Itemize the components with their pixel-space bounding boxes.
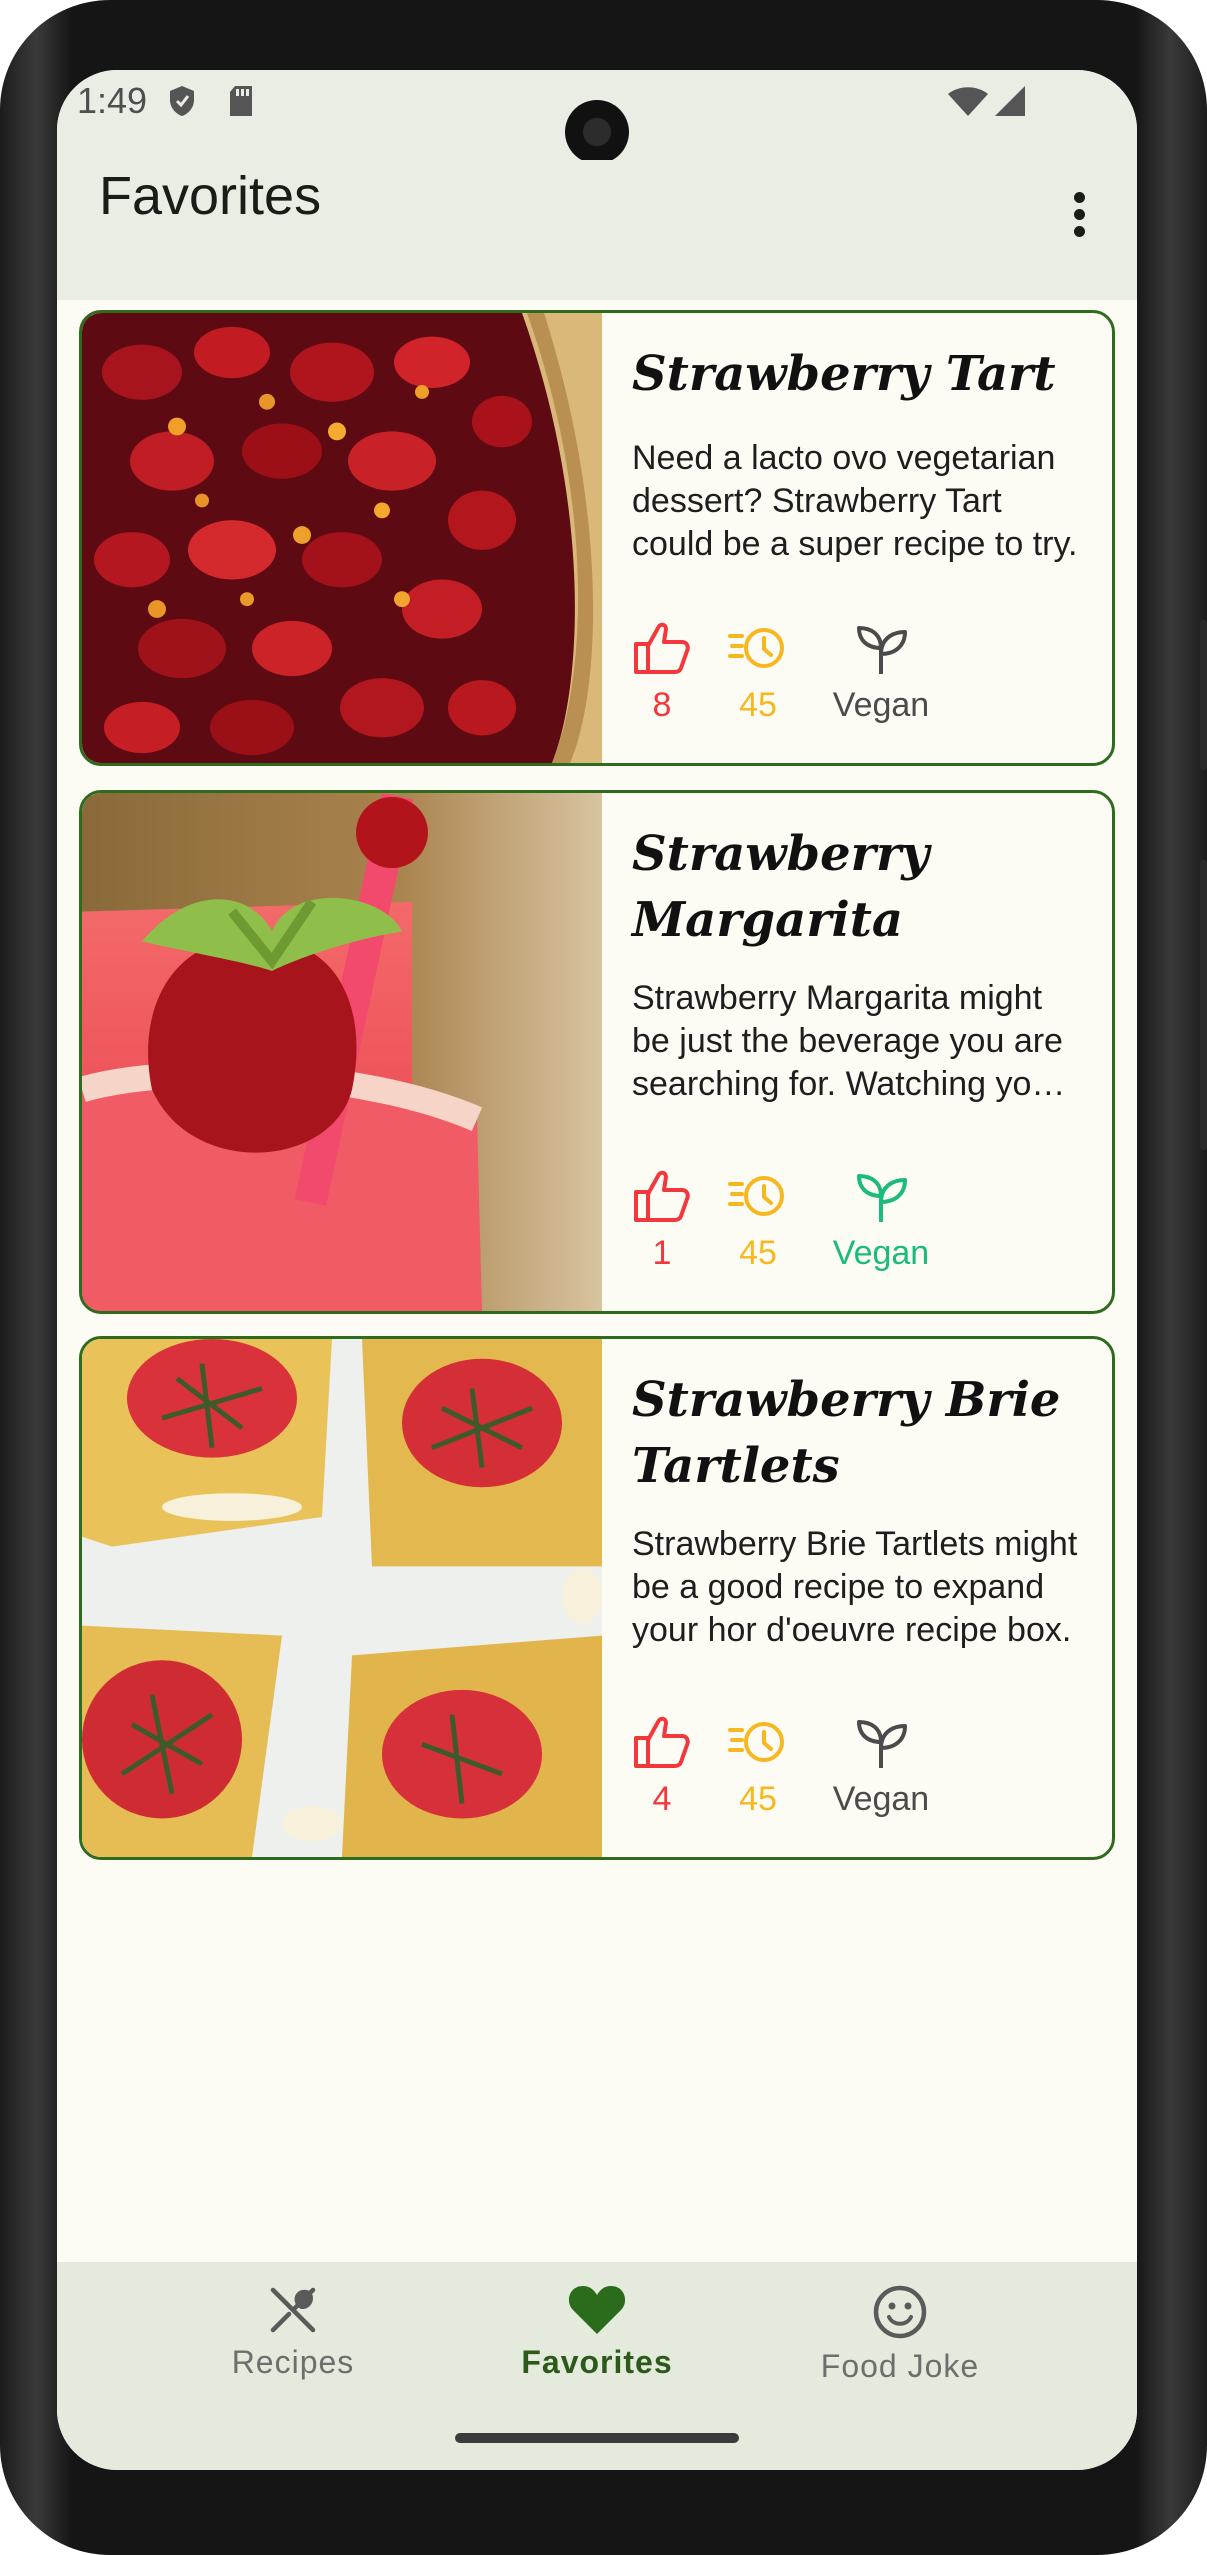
recipe-image-strawberry-brie-tartlets <box>82 1339 602 1857</box>
recipe-image-strawberry-tart <box>82 313 602 763</box>
time-stat: 45 <box>710 1714 806 1819</box>
likes-count: 1 <box>652 1234 672 1272</box>
timer-icon <box>728 628 784 668</box>
minutes-count: 45 <box>739 1234 777 1272</box>
nav-label-favorites: Favorites <box>521 2344 673 2380</box>
minutes-count: 45 <box>739 1780 777 1818</box>
leaf-sprout-icon <box>857 1720 907 1768</box>
shield-icon <box>170 86 194 116</box>
recipe-title: Strawberry Margarita <box>632 826 930 948</box>
recipe-card[interactable]: Strawberry Brie Tartlets Strawberry Brie… <box>79 1336 1115 1860</box>
screen: 1:49 Favorites Strawberry Tart Need a la… <box>57 70 1137 2470</box>
recipe-description: Strawberry Margarita might be just the b… <box>632 979 1063 1103</box>
nav-label-recipes: Recipes <box>231 2344 355 2380</box>
vegan-label: Vegan <box>832 1234 930 1272</box>
home-gesture-bar[interactable] <box>455 2433 739 2443</box>
recipe-stats: 4 45 Vegan <box>614 1714 956 1819</box>
status-time: 1:49 <box>77 80 148 121</box>
recipe-stats: 1 45 Vegan <box>614 1168 956 1273</box>
vegan-label: Vegan <box>832 1780 930 1818</box>
time-stat: 45 <box>710 620 806 725</box>
cell-signal-icon <box>995 86 1025 116</box>
recipe-card-body: Strawberry Tart Need a lacto ovo vegetar… <box>602 313 1112 763</box>
heart-icon <box>568 2286 626 2334</box>
smiley-icon <box>873 2285 927 2339</box>
phone-frame: 1:49 Favorites Strawberry Tart Need a la… <box>0 0 1207 2555</box>
vegan-stat: Vegan <box>806 620 956 725</box>
nav-item-food-joke[interactable]: Food Joke <box>790 2284 1010 2385</box>
likes-count: 8 <box>652 686 672 724</box>
recipe-description: Need a lacto ovo vegetarian dessert? Str… <box>632 439 1078 563</box>
thumbs-up-icon <box>634 622 690 674</box>
volume-button <box>1200 620 1207 770</box>
recipe-title: Strawberry Tart <box>632 346 1056 402</box>
nav-label-food-joke: Food Joke <box>820 2348 980 2384</box>
recipe-title: Strawberry Brie Tartlets <box>632 1372 1061 1494</box>
page-title: Favorites <box>99 166 322 226</box>
leaf-sprout-icon <box>857 626 907 674</box>
timer-icon <box>728 1176 784 1216</box>
recipe-card-body: Strawberry Margarita Strawberry Margarit… <box>602 793 1112 1311</box>
thumbs-up-icon <box>634 1716 690 1768</box>
recipe-image-strawberry-margarita <box>82 793 602 1311</box>
recipe-stats: 8 45 Vegan <box>614 620 956 725</box>
recipe-card-body: Strawberry Brie Tartlets Strawberry Brie… <box>602 1339 1112 1857</box>
leaf-sprout-icon <box>857 1174 907 1222</box>
vegan-stat: Vegan <box>806 1168 956 1273</box>
fork-knife-icon <box>270 2287 316 2333</box>
front-camera <box>565 100 629 164</box>
wifi-icon <box>948 87 988 116</box>
nav-item-favorites[interactable]: Favorites <box>487 2284 707 2381</box>
vegan-label: Vegan <box>832 686 930 724</box>
recipe-card[interactable]: Strawberry Margarita Strawberry Margarit… <box>79 790 1115 1314</box>
time-stat: 45 <box>710 1168 806 1273</box>
power-button <box>1200 860 1207 1150</box>
likes-stat: 8 <box>614 620 710 725</box>
overflow-menu-icon[interactable] <box>1069 192 1089 242</box>
gesture-navigation-area <box>57 2410 1137 2470</box>
likes-stat: 1 <box>614 1168 710 1273</box>
recipe-description: Strawberry Brie Tartlets might be a good… <box>632 1525 1078 1649</box>
minutes-count: 45 <box>739 686 777 724</box>
thumbs-up-icon <box>634 1170 690 1222</box>
likes-stat: 4 <box>614 1714 710 1819</box>
vegan-stat: Vegan <box>806 1714 956 1819</box>
likes-count: 4 <box>652 1780 672 1818</box>
timer-icon <box>728 1722 784 1762</box>
sd-card-icon <box>230 86 252 116</box>
nav-item-recipes[interactable]: Recipes <box>183 2284 403 2381</box>
status-bar: 1:49 <box>57 70 1137 164</box>
bottom-navigation: Recipes Favorites Food Joke <box>57 2262 1137 2410</box>
recipe-card[interactable]: Strawberry Tart Need a lacto ovo vegetar… <box>79 310 1115 766</box>
